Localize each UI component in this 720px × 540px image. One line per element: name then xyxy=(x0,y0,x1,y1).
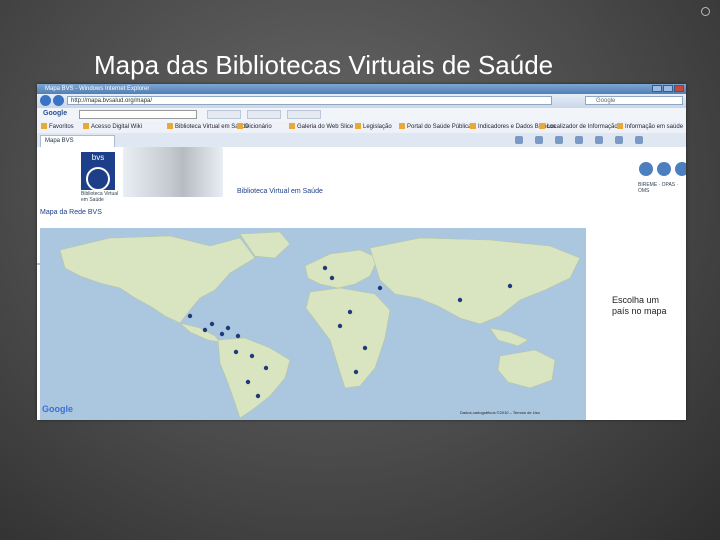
map-marker xyxy=(235,333,241,339)
forward-icon[interactable] xyxy=(53,95,64,106)
toolbar-button[interactable] xyxy=(287,110,321,119)
favorite-link[interactable]: Dicionário xyxy=(237,121,272,133)
minimize-button[interactable] xyxy=(652,85,662,92)
google-toolbar-brand: Google xyxy=(43,110,68,117)
bvs-logo-subtitle: Biblioteca Virtual em Saúde xyxy=(81,191,119,203)
bvs-logo-text: bvs xyxy=(91,153,105,162)
continents xyxy=(59,231,581,419)
window-title: Mapa BVS - Windows Internet Explorer xyxy=(45,86,150,92)
map-marker xyxy=(347,309,353,315)
map-marker xyxy=(245,379,251,385)
search-input[interactable]: Google xyxy=(585,96,683,105)
tab-bar: Mapa BVS xyxy=(37,133,686,148)
map-marker xyxy=(353,369,359,375)
favorite-link[interactable]: Legislação xyxy=(355,121,392,133)
tab-mapa-bvs[interactable]: Mapa BVS xyxy=(40,135,115,147)
favorites-button[interactable]: Favoritos xyxy=(41,121,74,133)
maximize-button[interactable] xyxy=(663,85,673,92)
central-america xyxy=(179,322,221,343)
world-map[interactable]: Google Dados cartográficos ©2010 – Termo… xyxy=(40,228,586,420)
africa xyxy=(305,287,391,389)
oms-logo-icon[interactable] xyxy=(675,162,686,176)
map-marker xyxy=(249,353,255,359)
favorite-link[interactable]: Portal do Saúde Pública xyxy=(399,121,471,133)
tools-icon[interactable] xyxy=(635,136,643,144)
bireme-logo-icon[interactable] xyxy=(639,162,653,176)
page-title: Mapa da Rede BVS xyxy=(40,209,102,216)
map-marker xyxy=(187,313,193,319)
choose-country-text: Escolha um país no mapa xyxy=(612,295,667,316)
asia xyxy=(369,237,581,325)
map-marker xyxy=(202,327,208,333)
map-marker xyxy=(255,393,261,399)
map-marker xyxy=(233,349,239,355)
bvs-circle-icon xyxy=(86,167,110,191)
map-marker xyxy=(209,321,215,327)
command-bar xyxy=(515,136,643,144)
close-button[interactable] xyxy=(674,85,684,92)
mail-icon[interactable] xyxy=(555,136,563,144)
window-controls xyxy=(652,85,684,92)
print-icon[interactable] xyxy=(575,136,583,144)
page-icon[interactable] xyxy=(595,136,603,144)
banner-photo xyxy=(123,147,223,197)
australia xyxy=(497,349,556,389)
north-america xyxy=(59,235,256,324)
google-toolbar: Google xyxy=(37,108,686,122)
bvs-logo[interactable]: bvs xyxy=(81,152,115,191)
back-icon[interactable] xyxy=(40,95,51,106)
google-logo[interactable]: Google xyxy=(42,404,73,414)
org-logos-text: BIREME · OPAS · OMS xyxy=(638,182,679,194)
site-banner: bvs Biblioteca Virtual em Saúde Bibliote… xyxy=(37,147,686,265)
favorite-link[interactable]: Localizador de Informação xyxy=(539,121,618,133)
world-map-graphic xyxy=(59,231,581,419)
map-marker xyxy=(457,297,463,303)
map-marker xyxy=(263,365,269,371)
map-marker xyxy=(322,265,328,271)
favorite-link[interactable]: Acesso Digital Wiki xyxy=(83,121,142,133)
south-america xyxy=(217,337,291,419)
map-marker xyxy=(329,275,335,281)
org-logos xyxy=(639,162,686,176)
map-copyright[interactable]: Dados cartográficos ©2010 – Termos de Us… xyxy=(460,410,540,415)
map-marker xyxy=(219,331,225,337)
window-titlebar: Mapa BVS - Windows Internet Explorer xyxy=(37,84,686,94)
map-marker xyxy=(337,323,343,329)
toolbar-button[interactable] xyxy=(247,110,281,119)
southeast-asia xyxy=(489,327,529,347)
toolbar-search-input[interactable] xyxy=(79,110,197,119)
url-input[interactable]: http://mapa.bvsalud.org/mapa/ xyxy=(67,96,552,105)
safety-icon[interactable] xyxy=(615,136,623,144)
toolbar-button[interactable] xyxy=(207,110,241,119)
opas-logo-icon[interactable] xyxy=(657,162,671,176)
map-marker xyxy=(507,283,513,289)
home-icon[interactable] xyxy=(515,136,523,144)
map-marker xyxy=(377,285,383,291)
map-side-panel: Escolha um país no mapa xyxy=(586,228,686,398)
banner-title: Biblioteca Virtual em Saúde xyxy=(237,188,323,195)
europe xyxy=(304,249,379,289)
favorite-link[interactable]: Informação em saúde xyxy=(617,121,683,133)
corner-dot xyxy=(701,7,710,16)
map-marker xyxy=(362,345,368,351)
map-marker xyxy=(225,325,231,331)
address-bar: http://mapa.bvsalud.org/mapa/ Google xyxy=(37,94,686,108)
feeds-icon[interactable] xyxy=(535,136,543,144)
browser-screenshot: Mapa BVS - Windows Internet Explorer htt… xyxy=(37,84,686,420)
slide-title: Mapa das Bibliotecas Virtuais de Saúde xyxy=(94,50,554,80)
favorite-link[interactable]: Galeria do Web Slice xyxy=(289,121,353,133)
